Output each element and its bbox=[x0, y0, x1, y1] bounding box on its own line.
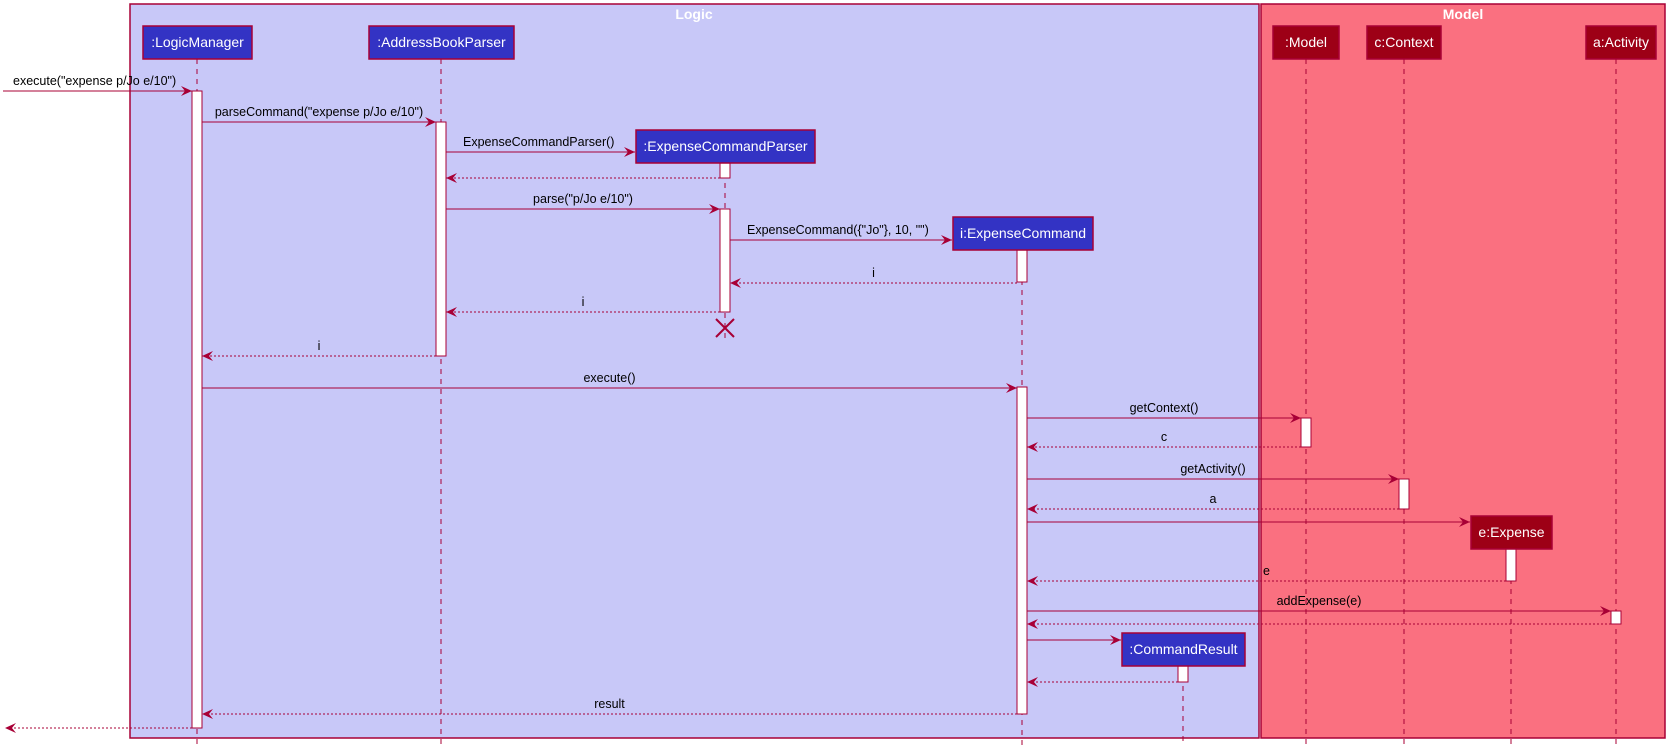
message-label: i bbox=[318, 339, 321, 353]
message-label: getContext() bbox=[1130, 401, 1199, 415]
participant-exp: e:Expense bbox=[1470, 515, 1553, 550]
activation-bar-cr bbox=[1177, 665, 1189, 683]
frame-model: Model bbox=[1260, 3, 1666, 739]
frame-model-title: Model bbox=[1443, 6, 1483, 22]
message-label: parseCommand("expense p/Jo e/10") bbox=[215, 105, 423, 119]
participant-ecp: :ExpenseCommandParser bbox=[635, 129, 816, 164]
message-label: execute("expense p/Jo e/10") bbox=[13, 74, 176, 88]
activation-bar-act bbox=[1610, 610, 1622, 625]
activation-bar-abp bbox=[435, 121, 447, 357]
participant-label: a:Activity bbox=[1593, 34, 1649, 50]
message-label: execute() bbox=[583, 371, 635, 385]
participant-label: c:Context bbox=[1374, 34, 1433, 50]
message-label: ExpenseCommandParser() bbox=[463, 135, 614, 149]
message-label: a bbox=[1210, 492, 1217, 506]
message-label: getActivity() bbox=[1180, 462, 1245, 476]
participant-lm: :LogicManager bbox=[142, 25, 253, 60]
activation-bar-ecp bbox=[719, 208, 731, 313]
activation-bar-ec bbox=[1016, 386, 1028, 715]
frame-model-box bbox=[1260, 3, 1666, 739]
participant-label: e:Expense bbox=[1478, 524, 1544, 540]
participant-abp: :AddressBookParser bbox=[368, 25, 515, 60]
participant-cr: :CommandResult bbox=[1121, 632, 1246, 667]
participant-ctx: c:Context bbox=[1366, 25, 1442, 60]
participant-label: :CommandResult bbox=[1129, 641, 1237, 657]
participant-label: i:ExpenseCommand bbox=[960, 225, 1086, 241]
activation-bar-ctx bbox=[1398, 478, 1410, 510]
participant-model: :Model bbox=[1272, 25, 1340, 60]
participant-label: :LogicManager bbox=[151, 34, 244, 50]
message-label: c bbox=[1161, 430, 1167, 444]
message-label: ExpenseCommand({"Jo"}, 10, "") bbox=[747, 223, 929, 237]
activation-bar-ecp bbox=[719, 161, 731, 179]
message-label: parse("p/Jo e/10") bbox=[533, 192, 633, 206]
activation-bar-lm bbox=[191, 90, 203, 729]
activation-bar-model bbox=[1300, 417, 1312, 448]
participant-label: :AddressBookParser bbox=[377, 34, 506, 50]
frame-logic-title: Logic bbox=[675, 6, 713, 22]
activation-bar-ec bbox=[1016, 248, 1028, 283]
message-label: addExpense(e) bbox=[1277, 594, 1362, 608]
message-label: result bbox=[594, 697, 625, 711]
participant-act: a:Activity bbox=[1585, 25, 1657, 60]
sequence-diagram: Logic Model :LogicManager :AddressBookPar… bbox=[3, 3, 1666, 746]
message-label: i bbox=[582, 295, 585, 309]
message-label: i bbox=[872, 266, 875, 280]
participant-label: :Model bbox=[1285, 34, 1327, 50]
participant-ec: i:ExpenseCommand bbox=[952, 216, 1094, 251]
participant-label: :ExpenseCommandParser bbox=[643, 138, 808, 154]
activation-bar-exp bbox=[1505, 548, 1517, 582]
message-label: e bbox=[1263, 564, 1270, 578]
